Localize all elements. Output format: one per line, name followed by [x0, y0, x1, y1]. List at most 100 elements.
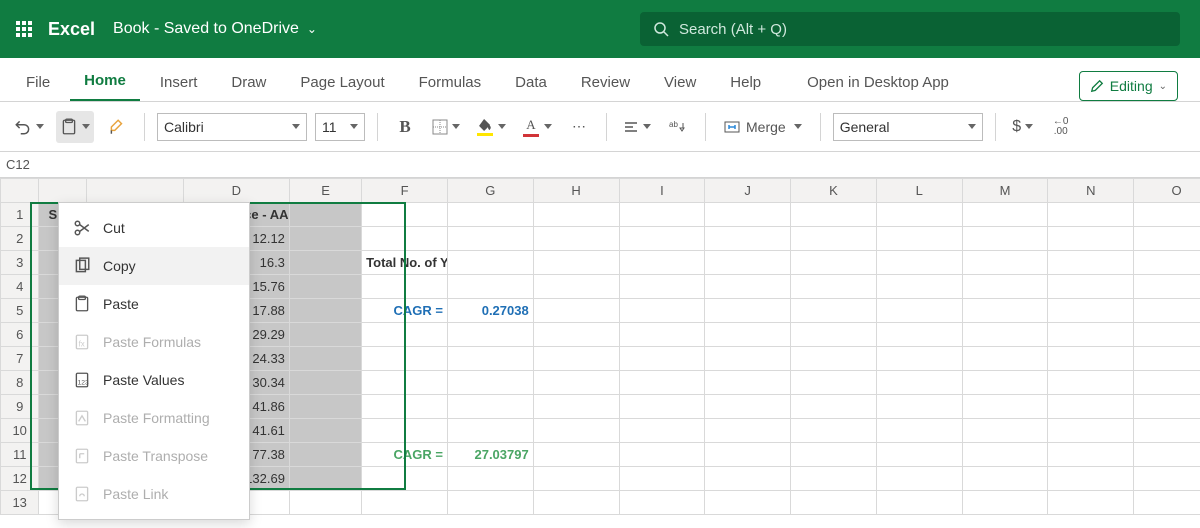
- cell[interactable]: [791, 227, 877, 251]
- cell[interactable]: [289, 323, 361, 347]
- cell[interactable]: [1134, 419, 1200, 443]
- row-header[interactable]: 7: [1, 347, 39, 371]
- cell[interactable]: [289, 371, 361, 395]
- cell[interactable]: [962, 227, 1048, 251]
- cell[interactable]: [619, 203, 705, 227]
- cell[interactable]: [791, 347, 877, 371]
- row-header[interactable]: 4: [1, 275, 39, 299]
- cell[interactable]: [1048, 275, 1134, 299]
- cell[interactable]: [876, 347, 962, 371]
- cell[interactable]: [876, 299, 962, 323]
- col-header[interactable]: G: [447, 179, 533, 203]
- row-header[interactable]: 6: [1, 323, 39, 347]
- cell[interactable]: [791, 443, 877, 467]
- cell[interactable]: [1048, 299, 1134, 323]
- row-header[interactable]: 2: [1, 227, 39, 251]
- cell[interactable]: [705, 299, 791, 323]
- cell[interactable]: [791, 467, 877, 491]
- app-launcher-icon[interactable]: [0, 0, 48, 58]
- cell[interactable]: [1134, 467, 1200, 491]
- cell[interactable]: [289, 443, 361, 467]
- open-in-desktop-button[interactable]: Open in Desktop App: [793, 64, 963, 101]
- cell[interactable]: Total No. of Years Completed = 10: [362, 251, 448, 275]
- cell[interactable]: [533, 251, 619, 275]
- cell[interactable]: [619, 371, 705, 395]
- cell[interactable]: [962, 395, 1048, 419]
- col-header[interactable]: N: [1048, 179, 1134, 203]
- editing-mode-button[interactable]: Editing ⌄: [1079, 71, 1178, 101]
- cell[interactable]: [1048, 491, 1134, 515]
- col-header[interactable]: O: [1134, 179, 1200, 203]
- cell[interactable]: [791, 419, 877, 443]
- cell[interactable]: [362, 491, 448, 515]
- cell[interactable]: [962, 347, 1048, 371]
- tab-view[interactable]: View: [650, 64, 710, 101]
- cell[interactable]: [533, 299, 619, 323]
- cell[interactable]: [705, 323, 791, 347]
- col-header[interactable]: E: [289, 179, 361, 203]
- cell[interactable]: [791, 371, 877, 395]
- cell[interactable]: [1048, 467, 1134, 491]
- col-header[interactable]: F: [362, 179, 448, 203]
- cell[interactable]: [533, 419, 619, 443]
- tab-formulas[interactable]: Formulas: [405, 64, 496, 101]
- cell[interactable]: [705, 347, 791, 371]
- cell[interactable]: [876, 467, 962, 491]
- col-header[interactable]: L: [876, 179, 962, 203]
- tab-file[interactable]: File: [12, 64, 64, 101]
- cell[interactable]: [289, 227, 361, 251]
- row-header[interactable]: 8: [1, 371, 39, 395]
- merge-button[interactable]: Merge: [718, 113, 808, 141]
- cell[interactable]: [1134, 203, 1200, 227]
- cell[interactable]: [533, 227, 619, 251]
- cell[interactable]: [447, 347, 533, 371]
- cell[interactable]: [962, 491, 1048, 515]
- cell[interactable]: [1134, 443, 1200, 467]
- cell[interactable]: [705, 275, 791, 299]
- cell[interactable]: [289, 251, 361, 275]
- decimals-button[interactable]: ←0.00: [1046, 111, 1076, 143]
- cell[interactable]: [1134, 323, 1200, 347]
- cell[interactable]: [1048, 419, 1134, 443]
- cell[interactable]: [533, 347, 619, 371]
- row-header[interactable]: 10: [1, 419, 39, 443]
- cell[interactable]: [533, 371, 619, 395]
- select-all-corner[interactable]: [1, 179, 39, 203]
- cell[interactable]: [962, 251, 1048, 275]
- col-header[interactable]: D: [183, 179, 289, 203]
- tab-draw[interactable]: Draw: [217, 64, 280, 101]
- menu-cut[interactable]: Cut: [59, 209, 249, 247]
- tab-help[interactable]: Help: [716, 64, 775, 101]
- tab-page-layout[interactable]: Page Layout: [286, 64, 398, 101]
- cell[interactable]: [362, 275, 448, 299]
- cell[interactable]: [876, 275, 962, 299]
- col-header[interactable]: [39, 179, 86, 203]
- cell[interactable]: [447, 275, 533, 299]
- cell[interactable]: [447, 395, 533, 419]
- cell[interactable]: [962, 467, 1048, 491]
- cell[interactable]: 27.03797: [447, 443, 533, 467]
- cell[interactable]: [533, 323, 619, 347]
- search-input[interactable]: [679, 21, 1167, 38]
- cell[interactable]: [619, 491, 705, 515]
- menu-paste-link[interactable]: Paste Link: [59, 475, 249, 513]
- cell[interactable]: [791, 203, 877, 227]
- cell[interactable]: [289, 275, 361, 299]
- cell[interactable]: [705, 203, 791, 227]
- cell[interactable]: [533, 443, 619, 467]
- cell[interactable]: [1134, 491, 1200, 515]
- row-header[interactable]: 5: [1, 299, 39, 323]
- cell[interactable]: [619, 227, 705, 251]
- cell[interactable]: [705, 419, 791, 443]
- cell[interactable]: [533, 203, 619, 227]
- menu-paste-transpose[interactable]: Paste Transpose: [59, 437, 249, 475]
- tab-home[interactable]: Home: [70, 62, 140, 101]
- cell[interactable]: [619, 443, 705, 467]
- cell[interactable]: [619, 347, 705, 371]
- cell[interactable]: [1048, 371, 1134, 395]
- cell[interactable]: [447, 251, 533, 275]
- cell[interactable]: [705, 467, 791, 491]
- col-header[interactable]: H: [533, 179, 619, 203]
- cell[interactable]: [619, 251, 705, 275]
- bold-button[interactable]: B: [390, 111, 420, 143]
